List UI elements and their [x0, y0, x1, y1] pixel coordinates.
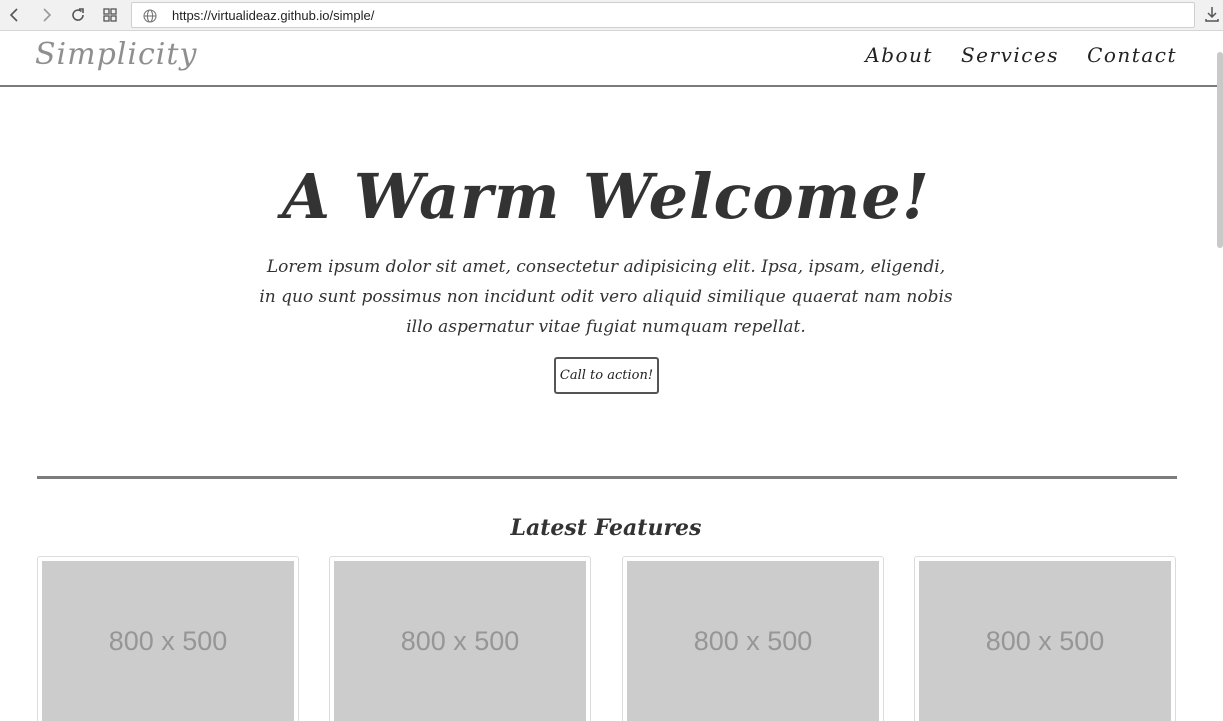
- nav-link-about[interactable]: About: [865, 43, 933, 67]
- brand-logo[interactable]: Simplicity: [35, 37, 197, 72]
- feature-card[interactable]: 800 x 500: [914, 556, 1176, 721]
- hero-text: Lorem ipsum dolor sit amet, consectetur …: [259, 257, 953, 337]
- globe-icon: [143, 9, 157, 23]
- forward-button[interactable]: [35, 4, 57, 26]
- section-divider: [37, 476, 1177, 479]
- feature-card[interactable]: 800 x 500: [329, 556, 591, 721]
- address-bar[interactable]: https://virtualideaz.github.io/simple/: [131, 2, 1195, 28]
- reload-button[interactable]: [67, 4, 89, 26]
- placeholder-image: 800 x 500: [919, 561, 1171, 721]
- reload-icon: [72, 8, 84, 21]
- nav-link-contact[interactable]: Contact: [1087, 43, 1177, 67]
- download-button[interactable]: [1203, 5, 1221, 23]
- call-to-action-button[interactable]: Call to action!: [554, 357, 659, 394]
- feature-cards: 800 x 500 800 x 500 800 x 500 800 x 500: [37, 556, 1177, 721]
- chevron-right-icon: [43, 8, 52, 22]
- chevron-left-icon: [9, 8, 18, 22]
- placeholder-image: 800 x 500: [334, 561, 586, 721]
- page-scrollbar[interactable]: [1217, 52, 1223, 248]
- nav-links: About Services Contact: [865, 43, 1177, 67]
- site-navbar: Simplicity About Services Contact: [0, 31, 1223, 87]
- apps-button[interactable]: [99, 4, 121, 26]
- browser-toolbar: https://virtualideaz.github.io/simple/: [0, 0, 1223, 31]
- features-heading: Latest Features: [510, 515, 702, 541]
- url-text[interactable]: https://virtualideaz.github.io/simple/: [172, 8, 374, 23]
- placeholder-image: 800 x 500: [42, 561, 294, 721]
- back-button[interactable]: [4, 4, 26, 26]
- placeholder-image: 800 x 500: [627, 561, 879, 721]
- grid-icon: [103, 8, 117, 22]
- feature-card[interactable]: 800 x 500: [37, 556, 299, 721]
- hero-title: A Warm Welcome!: [282, 160, 930, 233]
- nav-link-services[interactable]: Services: [961, 43, 1059, 67]
- feature-card[interactable]: 800 x 500: [622, 556, 884, 721]
- download-icon: [1205, 7, 1219, 22]
